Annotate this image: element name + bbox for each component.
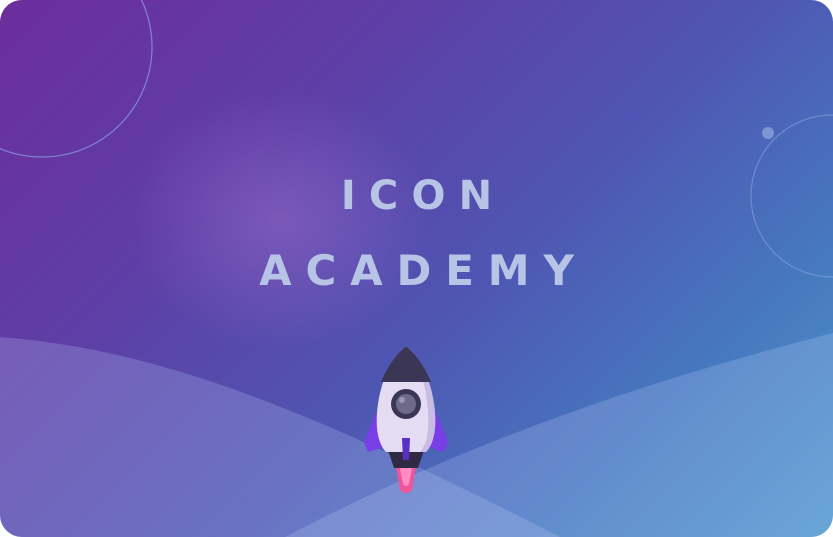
rocket-window (396, 394, 416, 414)
rocket-fin-center (402, 438, 410, 460)
course-banner-card: ICON ACADEMY (0, 0, 833, 537)
rocket-nose (381, 346, 431, 382)
decor-dot (762, 127, 774, 139)
rocket-icon (364, 346, 448, 493)
banner-title-line-1: ICON (340, 173, 506, 219)
decor-ring-top-left (0, 0, 153, 158)
rocket-window-glint (399, 397, 405, 403)
banner-title-line-2: ACADEMY (259, 246, 588, 295)
